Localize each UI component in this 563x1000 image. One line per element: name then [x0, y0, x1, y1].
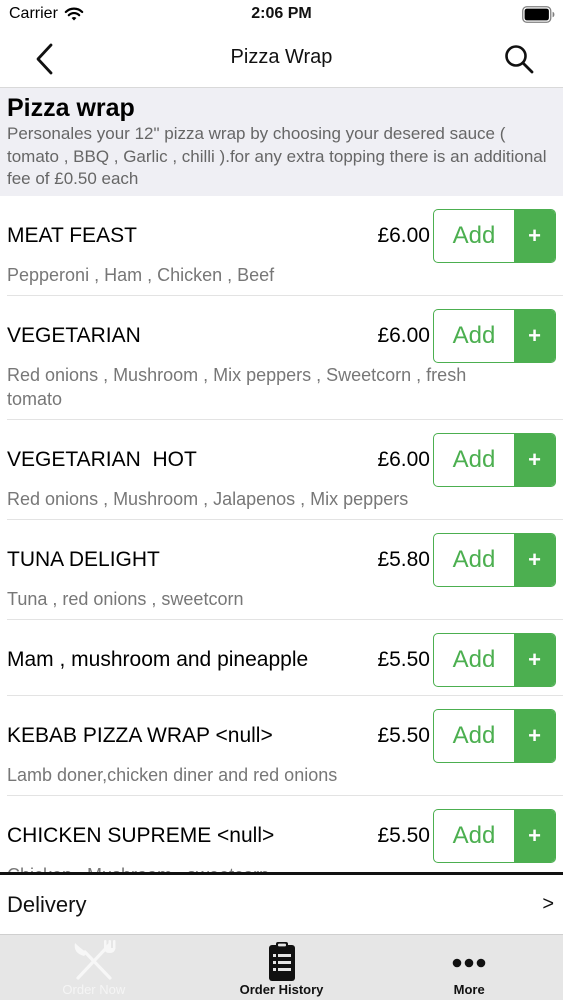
navigation-bar: Pizza Wrap — [0, 30, 563, 88]
item-name: VEGETARIAN HOT — [7, 448, 197, 471]
tab-order-now[interactable]: Order Now — [0, 935, 188, 1000]
add-button-label: Add — [452, 546, 496, 573]
tab-more[interactable]: More — [375, 935, 563, 1000]
tab-label: More — [453, 982, 485, 997]
add-button-label: Add — [452, 322, 496, 349]
tab-label: Order Now — [62, 982, 126, 997]
status-bar: Carrier 2:06 PM — [0, 0, 563, 30]
menu-item[interactable]: MEAT FEAST £6.00 Pepperoni , Ham , Chick… — [7, 196, 563, 296]
category-title: Pizza wrap — [7, 94, 135, 122]
add-button[interactable]: Add + — [433, 309, 556, 363]
plus-icon: + — [514, 710, 555, 762]
plus-icon: + — [514, 210, 555, 262]
add-button[interactable]: Add + — [433, 809, 556, 863]
menu-list[interactable]: MEAT FEAST £6.00 Pepperoni , Ham , Chick… — [0, 196, 563, 872]
chevron-right-icon: > — [542, 893, 554, 915]
add-button[interactable]: Add + — [433, 633, 556, 687]
add-button-label: Add — [452, 722, 496, 749]
plus-icon: + — [514, 534, 555, 586]
plus-icon: + — [514, 810, 555, 862]
search-icon — [505, 45, 534, 74]
add-button-label: Add — [452, 646, 496, 673]
item-description: Chicken , Mushroom , sweetcorn — [7, 863, 477, 872]
item-description: Pepperoni , Ham , Chicken , Beef — [7, 265, 275, 285]
category-description: Personales your 12" pizza wrap by choosi… — [7, 124, 547, 188]
delivery-bar[interactable]: Delivery > — [0, 872, 563, 934]
plus-icon: + — [514, 634, 555, 686]
item-price: £6.00 — [377, 324, 430, 347]
clock: 2:06 PM — [251, 5, 312, 22]
item-name: VEGETARIAN — [7, 324, 141, 347]
item-price: £5.50 — [377, 648, 430, 671]
item-description: Red onions , Mushroom , Mix peppers , Sw… — [7, 365, 467, 409]
item-price: £5.50 — [377, 724, 430, 747]
add-button-label: Add — [452, 822, 496, 849]
plus-icon: + — [514, 310, 555, 362]
add-button[interactable]: Add + — [433, 709, 556, 763]
menu-item[interactable]: Mam , mushroom and pineapple £5.50 Add + — [7, 620, 563, 696]
clipboard-list-icon — [268, 942, 295, 981]
item-name: TUNA DELIGHT — [7, 548, 160, 571]
tab-label: Order History — [239, 982, 324, 997]
battery-icon — [522, 6, 555, 23]
menu-item[interactable]: TUNA DELIGHT £5.80 Tuna , red onions , s… — [7, 520, 563, 620]
item-name: KEBAB PIZZA WRAP <null> — [7, 724, 273, 747]
add-button-label: Add — [452, 222, 496, 249]
page-title: Pizza Wrap — [230, 46, 333, 68]
more-dots-icon — [452, 958, 486, 968]
delivery-label: Delivery — [7, 892, 87, 917]
menu-item[interactable]: CHICKEN SUPREME <null> £5.50 Chicken , M… — [7, 796, 563, 872]
tab-bar: Order Now Order History More — [0, 934, 563, 1000]
item-price: £6.00 — [377, 448, 430, 471]
add-button[interactable]: Add + — [433, 433, 556, 487]
item-name: Mam , mushroom and pineapple — [7, 648, 309, 671]
search-button[interactable] — [499, 40, 539, 78]
menu-item[interactable]: VEGETARIAN HOT £6.00 Red onions , Mushro… — [7, 420, 563, 520]
item-description: Red onions , Mushroom , Jalapenos , Mix … — [7, 489, 409, 509]
item-name: CHICKEN SUPREME <null> — [7, 824, 275, 847]
item-price: £5.80 — [377, 548, 430, 571]
category-header: Pizza wrap Personales your 12" pizza wra… — [0, 88, 563, 196]
menu-item[interactable]: VEGETARIAN £6.00 Red onions , Mushroom ,… — [7, 296, 563, 420]
item-price: £5.50 — [377, 824, 430, 847]
item-description: Lamb doner,chicken diner and red onions — [7, 765, 338, 785]
add-button-label: Add — [452, 446, 496, 473]
tab-order-history[interactable]: Order History — [188, 935, 376, 1000]
fork-knife-icon — [74, 940, 116, 980]
add-button[interactable]: Add + — [433, 209, 556, 263]
item-name: MEAT FEAST — [7, 224, 137, 247]
item-description: Tuna , red onions , sweetcorn — [7, 589, 244, 609]
item-price: £6.00 — [377, 224, 430, 247]
add-button[interactable]: Add + — [433, 533, 556, 587]
menu-item[interactable]: KEBAB PIZZA WRAP <null> £5.50 Lamb doner… — [7, 696, 563, 796]
plus-icon: + — [514, 434, 555, 486]
